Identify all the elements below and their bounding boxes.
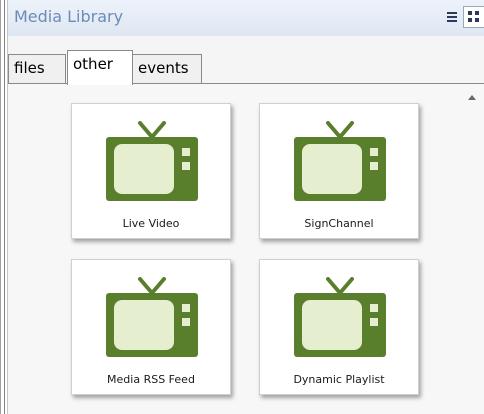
media-item-signchannel[interactable]: SignChannel <box>259 103 419 239</box>
tv-icon <box>294 277 386 357</box>
list-view-icon[interactable] <box>447 12 459 24</box>
media-item-label: Media RSS Feed <box>107 373 195 386</box>
media-item-media-rss-feed[interactable]: Media RSS Feed <box>71 259 231 395</box>
media-library-window: Media Library files other events Live Vi… <box>0 0 484 414</box>
media-item-label: Live Video <box>122 217 180 230</box>
tab-other[interactable]: other <box>67 50 133 85</box>
media-item-dynamic-playlist[interactable]: Dynamic Playlist <box>259 259 419 395</box>
tab-events[interactable]: events <box>132 54 202 83</box>
tv-icon <box>106 277 198 357</box>
tv-icon <box>294 121 386 201</box>
media-item-live-video[interactable]: Live Video <box>71 103 231 239</box>
scroll-up-arrow-icon[interactable] <box>468 95 476 100</box>
media-library-header: Media Library <box>8 0 484 37</box>
tab-files[interactable]: files <box>8 54 66 83</box>
media-item-label: Dynamic Playlist <box>293 373 385 386</box>
media-grid: Live Video SignChannel Media RSS Feed Dy… <box>8 84 484 414</box>
grid-view-icon[interactable] <box>463 6 484 28</box>
tab-bar: files other events <box>8 36 484 86</box>
panel-title: Media Library <box>14 7 124 26</box>
media-item-label: SignChannel <box>304 217 374 230</box>
tv-icon <box>106 121 198 201</box>
